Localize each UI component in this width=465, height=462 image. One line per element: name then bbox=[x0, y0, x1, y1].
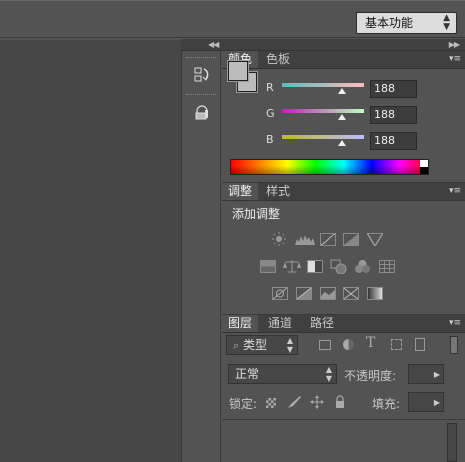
vibrance-icon[interactable] bbox=[365, 232, 385, 248]
tab-adjustments[interactable]: 调整 bbox=[222, 183, 259, 200]
foreground-color-swatch[interactable] bbox=[227, 60, 249, 82]
channel-r-value[interactable]: 188 bbox=[370, 80, 417, 98]
panel-divider bbox=[222, 182, 465, 183]
opacity-label: 不透明度: bbox=[344, 369, 397, 383]
history-icon[interactable] bbox=[187, 63, 217, 89]
opacity-field[interactable]: ▶ bbox=[408, 364, 444, 384]
channel-b-thumb[interactable] bbox=[338, 140, 346, 146]
levels-icon[interactable] bbox=[295, 233, 315, 245]
panel-menu-icon[interactable]: ▾≡ bbox=[449, 53, 461, 65]
channel-r-slider[interactable] bbox=[282, 83, 364, 87]
chevron-right-icon[interactable]: ▶ bbox=[434, 398, 440, 407]
panel-divider bbox=[222, 314, 465, 315]
collapsed-panel-strip bbox=[181, 51, 221, 462]
dock-header: ◀◀ ▶▶ bbox=[181, 39, 465, 51]
adjustments-panel-tabs: 调整 样式 ▾≡ bbox=[222, 183, 465, 201]
color-spectrum-ramp[interactable] bbox=[230, 159, 429, 175]
workspace-switcher[interactable]: 基本功能 ▲ ▼ bbox=[356, 12, 457, 34]
collapse-icon[interactable]: ◀◀ bbox=[208, 40, 219, 49]
threshold-icon[interactable] bbox=[320, 287, 336, 300]
channel-b-slider[interactable] bbox=[282, 135, 364, 139]
layer-kind-label: 类型 bbox=[243, 338, 268, 352]
channel-r-thumb[interactable] bbox=[338, 88, 346, 94]
lock-label: 锁定: bbox=[229, 397, 258, 411]
fill-field[interactable]: ▶ bbox=[408, 392, 444, 412]
panel-grip[interactable] bbox=[186, 57, 216, 60]
layers-panel-tabs: 图层 通道 路径 ▾≡ bbox=[222, 315, 465, 333]
updown-chevron-icon: ▲ ▼ bbox=[443, 13, 450, 32]
panel-grip[interactable] bbox=[186, 94, 216, 97]
expand-icon[interactable]: ▶▶ bbox=[449, 40, 460, 49]
tab-layers[interactable]: 图层 bbox=[222, 315, 259, 332]
hue-saturation-icon[interactable] bbox=[260, 260, 276, 273]
channel-g-thumb[interactable] bbox=[338, 114, 346, 120]
channel-b-value[interactable]: 188 bbox=[370, 132, 417, 150]
color-balance-icon[interactable] bbox=[283, 259, 301, 273]
options-bar: 基本功能 ▲ ▼ bbox=[0, 0, 465, 38]
channel-r-label: R bbox=[266, 81, 274, 94]
type-layer-filter-icon[interactable]: T bbox=[366, 335, 375, 351]
tab-styles[interactable]: 样式 bbox=[260, 183, 296, 200]
channel-g-label: G bbox=[266, 107, 275, 120]
tab-channels[interactable]: 通道 bbox=[262, 315, 298, 332]
updown-chevron-icon: ▲ ▼ bbox=[325, 365, 332, 383]
color-lookup-icon[interactable] bbox=[379, 260, 395, 273]
channel-g-slider[interactable] bbox=[282, 109, 364, 113]
tab-swatches[interactable]: 色板 bbox=[260, 51, 296, 68]
document-canvas bbox=[0, 39, 181, 462]
channel-mixer-icon[interactable] bbox=[354, 259, 371, 274]
fill-label: 填充: bbox=[372, 397, 401, 411]
exposure-icon[interactable] bbox=[343, 233, 359, 246]
add-adjustment-title: 添加调整 bbox=[232, 207, 281, 221]
tab-paths[interactable]: 路径 bbox=[304, 315, 340, 332]
lock-transparent-icon[interactable] bbox=[266, 398, 276, 408]
panel-menu-icon[interactable]: ▾≡ bbox=[449, 317, 461, 329]
adjustment-layer-filter-icon[interactable] bbox=[343, 339, 354, 350]
selective-color-icon[interactable] bbox=[343, 287, 359, 300]
lock-all-icon[interactable] bbox=[334, 395, 346, 409]
black-white-icon[interactable] bbox=[307, 260, 323, 273]
layers-panel: 图层 通道 路径 ▾≡ ⌕ 类型 ▲ ▼ T 正常 ▲ ▼ 不透明度: ▶ 锁定: … bbox=[222, 315, 465, 462]
lock-brush-icon[interactable] bbox=[286, 395, 302, 409]
properties-icon[interactable] bbox=[187, 101, 217, 127]
layer-kind-filter[interactable]: ⌕ 类型 ▲ ▼ bbox=[226, 335, 298, 355]
color-panel: 颜色 色板 ▾≡ R 188 G 188 B 188 bbox=[222, 51, 465, 182]
workspace-label: 基本功能 bbox=[365, 16, 414, 30]
curves-icon[interactable] bbox=[320, 233, 336, 246]
channel-g-value[interactable]: 188 bbox=[370, 106, 417, 124]
layers-scrollbar[interactable] bbox=[447, 423, 457, 462]
color-panel-tabs: 颜色 色板 ▾≡ bbox=[222, 51, 465, 69]
adjustments-panel: 调整 样式 ▾≡ 添加调整 bbox=[222, 183, 465, 314]
channel-b-label: B bbox=[266, 133, 274, 146]
layers-list[interactable] bbox=[222, 420, 465, 462]
brightness-contrast-icon[interactable] bbox=[271, 232, 287, 246]
blend-mode-select[interactable]: 正常 ▲ ▼ bbox=[228, 364, 337, 384]
gradient-map-icon[interactable] bbox=[367, 287, 383, 300]
blend-mode-value: 正常 bbox=[235, 367, 260, 381]
pixel-layer-filter-icon[interactable] bbox=[319, 340, 331, 350]
black-white-ramp[interactable] bbox=[420, 160, 428, 174]
lock-position-icon[interactable] bbox=[310, 395, 324, 409]
search-icon: ⌕ bbox=[233, 339, 240, 352]
photo-filter-icon[interactable] bbox=[330, 259, 347, 275]
chevron-right-icon[interactable]: ▶ bbox=[434, 370, 440, 379]
shape-layer-filter-icon[interactable] bbox=[391, 339, 402, 350]
updown-chevron-icon: ▲ ▼ bbox=[286, 336, 293, 354]
filter-toggle[interactable] bbox=[450, 336, 458, 354]
smart-object-filter-icon[interactable] bbox=[415, 338, 425, 351]
panel-menu-icon[interactable]: ▾≡ bbox=[449, 185, 461, 197]
posterize-icon[interactable] bbox=[296, 287, 312, 300]
invert-icon[interactable] bbox=[272, 287, 288, 300]
